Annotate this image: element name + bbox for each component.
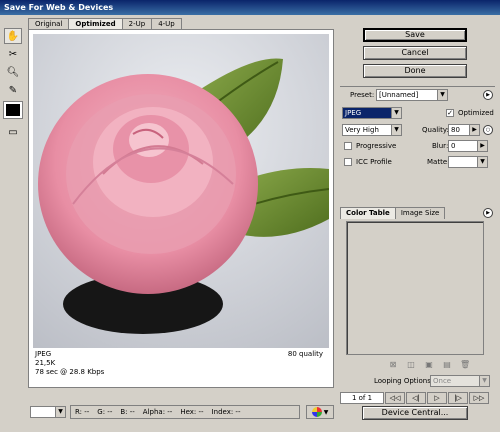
matte-label: Matte:	[427, 158, 450, 166]
looping-label: Looping Options:	[374, 377, 434, 385]
blur-value: 0	[451, 142, 456, 150]
chevron-down-icon: ▼	[323, 408, 329, 416]
frame-counter: 1 of 1	[340, 392, 384, 404]
matte-select[interactable]: ▼	[448, 156, 488, 168]
delete-color-icon[interactable]: 🗑︎	[460, 360, 470, 370]
icc-profile-checkbox[interactable]	[344, 158, 352, 166]
last-frame-icon[interactable]: ▷▷	[469, 392, 489, 404]
color-table[interactable]	[346, 221, 484, 355]
color-readouts: R: -- G: -- B: -- Alpha: -- Hex: -- Inde…	[70, 405, 300, 419]
optimization-settings: Preset: [Unnamed] ▼ ▶ JPEG ▼ ✓ Optimized…	[340, 86, 495, 200]
index-readout: Index: --	[211, 408, 241, 416]
previous-frame-icon[interactable]: ◁|	[406, 392, 426, 404]
progressive-label: Progressive	[356, 142, 397, 150]
tab-image-size[interactable]: Image Size	[394, 207, 446, 219]
browser-icon	[311, 407, 322, 417]
preview-image[interactable]	[33, 34, 329, 348]
slice-select-icon[interactable]: ✂	[4, 46, 22, 62]
chevron-down-icon: ▼	[55, 407, 65, 417]
eyedropper-color-swatch[interactable]	[3, 101, 23, 119]
tab-color-table[interactable]: Color Table	[340, 207, 396, 219]
first-frame-icon[interactable]: ◁◁	[385, 392, 405, 404]
progressive-checkbox[interactable]	[344, 142, 352, 150]
color-table-menu-icon[interactable]: ▶	[483, 208, 493, 218]
hex-readout: Hex: --	[180, 408, 204, 416]
chevron-down-icon: ▼	[477, 157, 487, 167]
format-value: JPEG	[345, 109, 362, 117]
optimized-label: Optimized	[458, 109, 494, 117]
red-readout: R: --	[75, 408, 90, 416]
new-color-icon[interactable]: ▤	[442, 360, 452, 370]
format-select[interactable]: JPEG ▼	[342, 107, 402, 119]
preset-value: [Unnamed]	[379, 91, 419, 99]
panel-tabs: Color Table Image Size	[340, 207, 446, 219]
next-frame-icon[interactable]: |▷	[448, 392, 468, 404]
quality-label: Quality:	[422, 126, 449, 134]
web-snap-icon[interactable]: ⊠	[388, 360, 398, 370]
alpha-readout: Alpha: --	[142, 408, 173, 416]
chevron-down-icon: ▼	[437, 90, 447, 100]
optimize-menu-icon[interactable]: ▶	[483, 90, 493, 100]
preview-quality: 80 quality	[287, 350, 323, 358]
save-button[interactable]: Save	[363, 28, 467, 42]
cancel-button[interactable]: Cancel	[363, 46, 467, 60]
preset-select[interactable]: [Unnamed] ▼	[376, 89, 448, 101]
add-color-icon[interactable]: ▣	[424, 360, 434, 370]
preview-size: 21,5K	[35, 359, 56, 367]
zoom-select[interactable]: ▼	[30, 406, 66, 418]
preview-format: JPEG	[35, 350, 52, 358]
looping-value: Once	[433, 377, 452, 385]
zoom-icon[interactable]: 🔍︎	[4, 64, 22, 80]
preset-label: Preset:	[350, 91, 375, 99]
optimized-checkbox[interactable]: ✓	[446, 109, 454, 117]
blue-readout: B: --	[120, 408, 135, 416]
preview-in-browser-button[interactable]: ▼	[306, 405, 334, 419]
looping-select[interactable]: Once ▼	[430, 375, 490, 387]
quality-value: 80	[451, 126, 460, 134]
blur-label: Blur:	[432, 142, 449, 150]
chevron-right-icon: ▶	[477, 141, 487, 151]
quality-mask-icon[interactable]: ○	[483, 125, 493, 135]
icc-profile-label: ICC Profile	[356, 158, 392, 166]
eyedropper-icon[interactable]: ✎	[4, 82, 22, 98]
preview-area[interactable]: JPEG 21,5K 78 sec @ 28.8 Kbps 80 quality	[28, 29, 334, 388]
chevron-right-icon: ▶	[469, 125, 479, 135]
play-icon[interactable]: ▷	[427, 392, 447, 404]
toolbox: ✋ ✂ 🔍︎ ✎ ▭	[3, 28, 24, 142]
color-table-actions: ⊠ ◫ ▣ ▤ 🗑︎	[388, 360, 471, 370]
blur-input[interactable]: 0 ▶	[448, 140, 488, 152]
preview-info: JPEG 21,5K 78 sec @ 28.8 Kbps 80 quality	[35, 350, 327, 377]
chevron-down-icon: ▼	[479, 376, 489, 386]
chevron-down-icon: ▼	[391, 125, 401, 135]
quality-preset-select[interactable]: Very High ▼	[342, 124, 402, 136]
green-readout: G: --	[97, 408, 113, 416]
device-central-button[interactable]: Device Central...	[362, 406, 468, 420]
quality-preset-value: Very High	[345, 126, 379, 134]
preview-time: 78 sec @ 28.8 Kbps	[35, 368, 105, 376]
window-title: Save For Web & Devices	[0, 0, 500, 15]
hand-tool-icon[interactable]: ✋	[4, 28, 22, 44]
toggle-slices-icon[interactable]: ▭	[4, 124, 22, 140]
lock-color-icon[interactable]: ◫	[406, 360, 416, 370]
done-button[interactable]: Done	[363, 64, 467, 78]
quality-input[interactable]: 80 ▶	[448, 124, 480, 136]
chevron-down-icon: ▼	[391, 108, 401, 118]
animation-controls: 1 of 1 ◁◁ ◁| ▷ |▷ ▷▷	[340, 392, 490, 404]
